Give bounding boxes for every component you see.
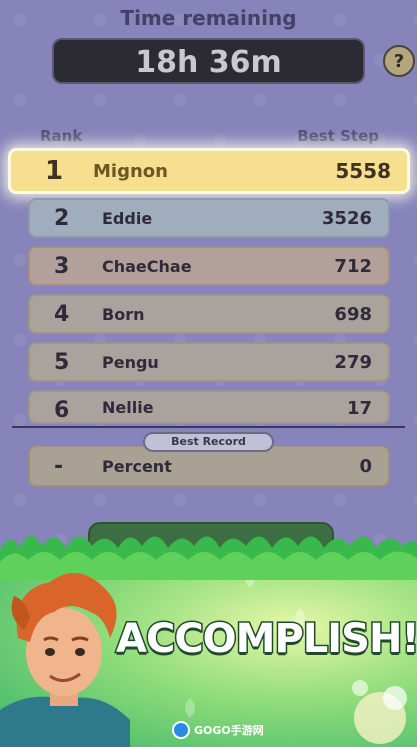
watermark-text: GOGO手游网: [194, 724, 264, 737]
time-remaining-title: Time remaining: [120, 6, 297, 30]
character-portrait: [0, 573, 130, 747]
leaderboard-row-6[interactable]: 6 Nellie 17: [28, 390, 390, 424]
rank-number: 4: [54, 301, 70, 327]
rank-number: 5: [54, 349, 70, 375]
best-step-value: 17: [346, 398, 372, 419]
leaderboard-row-4[interactable]: 4 Born 698: [28, 294, 390, 334]
countdown-timer: 18h 36m: [52, 38, 365, 84]
best-record-badge: Best Record: [143, 432, 274, 452]
best-step-value: 698: [334, 303, 372, 325]
leaderboard-row-5[interactable]: 5 Pengu 279: [28, 342, 390, 382]
player-name: Born: [102, 304, 145, 324]
player-name: ChaeChae: [102, 256, 192, 276]
divider: [12, 426, 405, 428]
best-step-value: 712: [334, 255, 372, 277]
best-step-value: 279: [334, 351, 372, 373]
player-name: Eddie: [102, 208, 153, 228]
rank-number: 2: [54, 205, 70, 231]
accomplish-headline: ACCOMPLISH!: [115, 615, 417, 664]
best-step-value: 5558: [335, 159, 391, 183]
rank-column-header: Rank: [40, 127, 83, 145]
best-step-column-header: Best Step: [297, 127, 379, 145]
leaderboard-row-3[interactable]: 3 ChaeChae 712: [28, 246, 390, 286]
rank-number: 6: [54, 398, 70, 423]
leaderboard-row-2[interactable]: 2 Eddie 3526: [28, 198, 390, 238]
rank-number: 1: [45, 156, 64, 186]
site-watermark: GOGO手游网: [172, 720, 264, 740]
leaderboard-row-1[interactable]: 1 Mignon 5558: [8, 148, 410, 194]
best-record-rank: -: [54, 453, 64, 479]
best-record-value: 0: [359, 455, 372, 477]
player-name: Mignon: [93, 160, 168, 182]
help-button[interactable]: ?: [383, 45, 415, 77]
gogo-logo-icon: [172, 721, 190, 739]
player-name: Pengu: [102, 352, 159, 372]
best-record-label: Percent: [102, 456, 172, 476]
rank-number: 3: [54, 253, 70, 279]
best-step-value: 3526: [321, 207, 372, 229]
player-name: Nellie: [102, 398, 154, 417]
